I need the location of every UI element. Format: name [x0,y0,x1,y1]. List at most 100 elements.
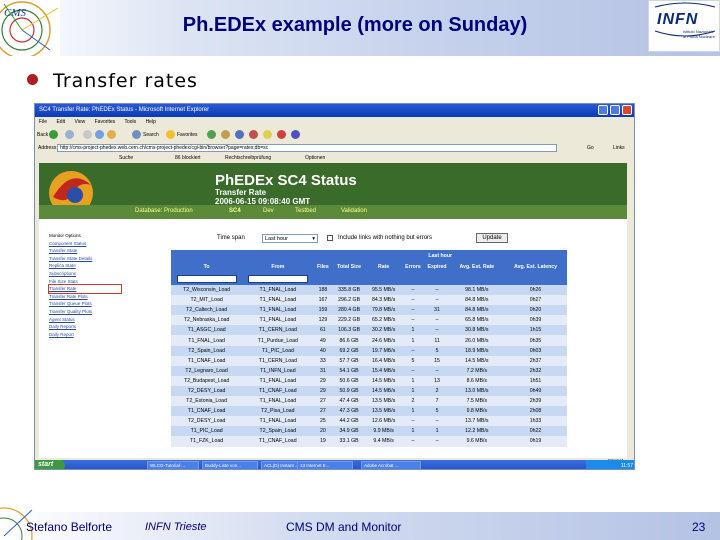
table-cell: 50.9 GB [332,385,366,397]
update-button[interactable]: Update [476,233,508,243]
nav-sc4[interactable]: SC4 [229,208,241,214]
links-options[interactable]: Optionen [305,155,325,161]
table-cell: T1_FNAL_Load [242,396,314,407]
table-cell: 1h51 [504,375,567,386]
col-avg-est-latency[interactable]: Avg. Est. Latency [504,261,567,272]
sidebar-item-transfer-state-details[interactable]: Transfer State Details [49,255,121,263]
filter-from-input[interactable] [247,274,308,283]
table-cell: 0h39 [504,315,567,326]
go-button[interactable]: Go [587,145,594,151]
sidebar-item-component-status[interactable]: Component Status [49,240,121,248]
table-cell: – [424,295,450,306]
col-total-size[interactable]: Total Size [332,261,366,272]
sidebar-item-transfer-rate[interactable]: Transfer Rate [48,284,122,294]
table-cell: T1_CERN_Load [242,325,314,336]
sidebar-item-transfer-rate-plots[interactable]: Transfer Rate Plots [49,293,121,301]
table-cell: 95.5 MB/s [365,285,402,296]
sidebar-item-transfer-quality-plots[interactable]: Transfer Quality Plots [49,308,121,316]
print-icon[interactable] [235,130,244,139]
nav-validation[interactable]: Validation [341,208,367,214]
table-cell: 44.2 GB [332,416,366,427]
menu-help[interactable]: Help [146,119,156,125]
table-cell: 5 [424,406,450,417]
task-item[interactable]: WLCG-Tutorial-... [147,461,199,469]
table-cell: T1_FNAL_Load [242,285,314,296]
col-expired[interactable]: Expired [424,261,450,272]
favorites-star-icon[interactable] [166,130,175,139]
menu-favorites[interactable]: Favorites [95,119,116,125]
sidebar-item-file-size-stats[interactable]: File Size Stats [49,278,121,286]
favorites-button[interactable]: Favorites [177,132,198,138]
menu-file[interactable]: File [39,119,47,125]
filter-to-input[interactable] [176,274,237,283]
table-cell: 229.2 GB [332,315,366,326]
col-rate[interactable]: Rate [365,261,402,272]
col-from[interactable]: From [242,261,314,272]
table-cell: T2_DESY_Load [171,385,243,397]
col-avg-est-rate[interactable]: Avg. Est. Rate [449,261,505,272]
table-cell: 14.5 MB/s [365,385,402,397]
back-button[interactable]: Back [37,132,48,138]
search-button[interactable]: Search [143,132,159,138]
table-cell: – [401,285,425,296]
timespan-label: Time span [217,235,245,241]
table-cell: 2h37 [504,355,567,366]
forward-arrow-icon[interactable] [65,130,74,139]
sidebar-item-agent-status[interactable]: Agent Status [49,316,121,324]
table-cell: 188 [313,285,333,296]
edit-icon[interactable] [249,130,258,139]
links-blocked[interactable]: 86 blockiert [175,155,201,161]
task-item[interactable]: Adobe Acrobat ... [361,461,421,469]
links-button[interactable]: Links [613,145,625,151]
nav-dev[interactable]: Dev [263,208,274,214]
table-cell: 2h08 [504,406,567,417]
table-cell: 9.8 MB/s [449,406,505,417]
discuss-icon[interactable] [291,130,300,139]
table-cell: T1_CNAF_Load [242,385,314,397]
col-errors[interactable]: Errors [401,261,425,272]
maximize-icon[interactable] [610,105,620,115]
timespan-select[interactable]: Last hour ▾ [262,234,318,243]
links-search[interactable]: Suche [119,155,133,161]
menu-tools[interactable]: Tools [124,119,136,125]
start-button[interactable]: start [35,460,65,469]
menu-edit[interactable]: Edit [56,119,65,125]
sidebar-item-replica-state[interactable]: Replica State [49,262,121,270]
address-input[interactable]: http://cms-project-phedex.web.cern.ch/cm… [57,144,557,152]
search-icon[interactable] [132,130,141,139]
table-row: T2_MIT_Load T1_FNAL_Load 167 296.2 GB 84.3 M… [171,295,567,306]
col-files[interactable]: Files [313,261,333,272]
table-cell: 29 [313,385,333,397]
back-arrow-icon[interactable] [49,130,58,139]
sidebar-item-transfer-queue-plots[interactable]: Transfer Queue Plots [49,300,121,308]
nav-testbed[interactable]: Testbed [295,208,316,214]
home-icon[interactable] [107,130,116,139]
table-row: T1_FZK_Load T1_CNAF_Load 19 33.1 GB 9.4 MB/s… [171,436,567,447]
sidebar-item-transfer-state[interactable]: Transfer State [49,247,121,255]
adobe-icon[interactable] [277,130,286,139]
table-cell: 25 [313,416,333,427]
task-item[interactable]: Buddy-Liste von... [202,461,258,469]
table-cell: 19.7 MB/s [365,345,402,356]
links-spellcheck[interactable]: Rechtschreibprüfung [225,155,271,161]
sidebar-item-daily-reports[interactable]: Daily Reports [49,323,121,331]
table-row: T2_Nebraska_Load T1_FNAL_Load 129 229.2 GB 6… [171,315,567,326]
mail-icon[interactable] [221,130,230,139]
sidebar-item-subscriptions[interactable]: Subscriptions [49,270,121,278]
minimize-icon[interactable] [598,105,608,115]
stop-icon[interactable] [83,130,92,139]
col-to[interactable]: To [171,261,243,272]
table-row: T2_Legnaro_Load T1_INFN_Load 31 54.1 GB 15.4… [171,365,567,376]
table-cell: 296.2 GB [332,295,366,306]
history-icon[interactable] [207,130,216,139]
messenger-icon[interactable] [263,130,272,139]
refresh-icon[interactable] [95,130,104,139]
table-header-row: To From Files Total Size Rate Errors Exp… [171,261,567,272]
table-cell: 29 [313,375,333,386]
task-item[interactable]: 13 Internet E... [297,461,353,469]
sidebar-item-daily-report[interactable]: Daily Report [49,331,121,339]
table-cell: 57.7 GB [332,355,366,366]
menu-view[interactable]: View [74,119,85,125]
include-errors-checkbox[interactable] [327,235,333,241]
close-icon[interactable] [622,105,632,115]
